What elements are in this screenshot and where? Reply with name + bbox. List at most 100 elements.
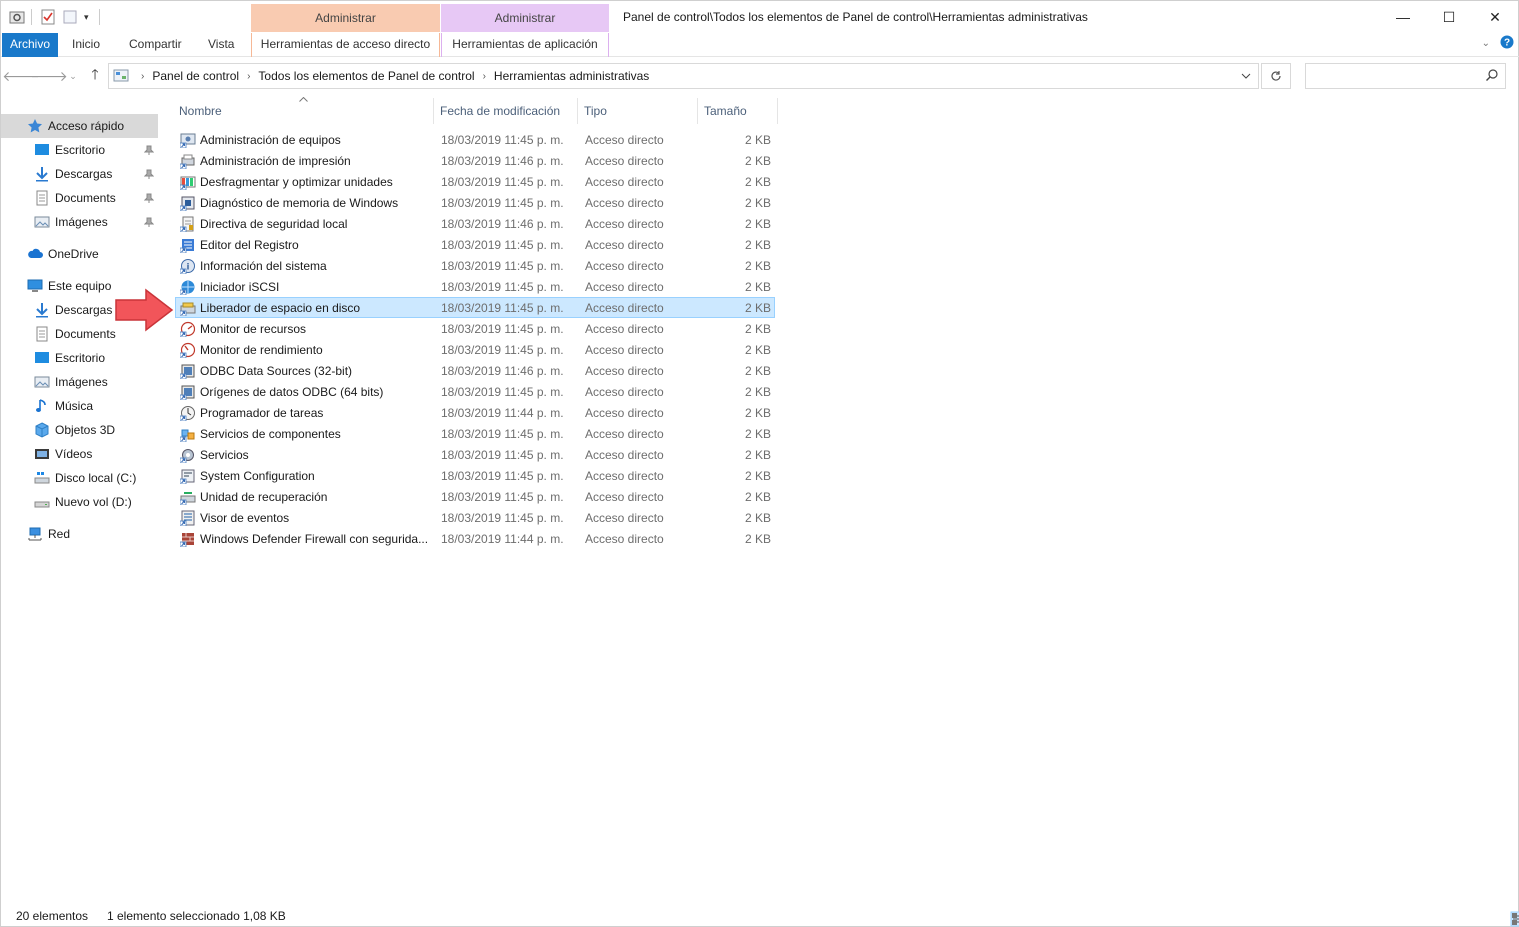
file-row[interactable]: Administración de equipos 18/03/2019 11:4… xyxy=(175,129,775,150)
nav-onedrive[interactable]: OneDrive xyxy=(1,242,158,266)
nav-label: Imágenes xyxy=(55,215,108,229)
file-name: Editor del Registro xyxy=(200,237,299,252)
tab-view[interactable]: Vista xyxy=(208,33,234,57)
column-type[interactable]: Tipo xyxy=(578,98,698,124)
nav-qa-pictures[interactable]: Imágenes xyxy=(1,210,158,234)
forward-button[interactable]: 🡒 xyxy=(30,66,68,86)
file-row[interactable]: i Información del sistema 18/03/2019 11:45… xyxy=(175,255,775,276)
shortcut-file-icon xyxy=(179,132,196,149)
pin-icon[interactable] xyxy=(143,168,155,182)
tab-file[interactable]: Archivo xyxy=(2,33,58,57)
column-size[interactable]: Tamaño xyxy=(698,98,778,124)
breadcrumb-all-items[interactable]: Todos los elementos de Panel de control xyxy=(258,69,474,83)
back-button[interactable]: 🡐 xyxy=(2,66,40,86)
nav-pc-drive-d[interactable]: Nuevo vol (D:) xyxy=(1,490,158,514)
file-date: 18/03/2019 11:45 p. m. xyxy=(441,447,564,462)
file-size: 2 KB xyxy=(744,510,771,525)
svg-text:i: i xyxy=(187,262,190,272)
file-type: Acceso directo xyxy=(585,153,664,168)
svg-text:?: ? xyxy=(1504,38,1510,49)
file-date: 18/03/2019 11:45 p. m. xyxy=(441,237,564,252)
tab-shortcut-tools[interactable]: Herramientas de acceso directo xyxy=(251,33,440,57)
file-size: 2 KB xyxy=(744,153,771,168)
selection-info: 1 elemento seleccionado 1,08 KB xyxy=(107,909,286,923)
file-date: 18/03/2019 11:45 p. m. xyxy=(441,342,564,357)
nav-pc-pictures[interactable]: Imágenes xyxy=(1,370,158,394)
download-icon xyxy=(34,166,50,182)
file-row[interactable]: Orígenes de datos ODBC (64 bits) 18/03/20… xyxy=(175,381,775,402)
pin-icon[interactable] xyxy=(143,192,155,206)
file-row[interactable]: Monitor de rendimiento 18/03/2019 11:45 p… xyxy=(175,339,775,360)
tab-application-tools[interactable]: Herramientas de aplicación xyxy=(441,33,609,57)
file-row[interactable]: Iniciador iSCSI 18/03/2019 11:45 p. m. Acc… xyxy=(175,276,775,297)
nav-pc-music[interactable]: Música xyxy=(1,394,158,418)
pin-icon[interactable] xyxy=(143,216,155,230)
customize-toolbar-icon[interactable]: ▾ xyxy=(84,12,89,23)
breadcrumb-separator-icon[interactable]: › xyxy=(247,71,250,82)
file-row[interactable]: Programador de tareas 18/03/2019 11:44 p.… xyxy=(175,402,775,423)
file-date: 18/03/2019 11:45 p. m. xyxy=(441,300,564,315)
file-name: Información del sistema xyxy=(200,258,327,273)
file-size: 2 KB xyxy=(744,405,771,420)
file-size: 2 KB xyxy=(744,489,771,504)
nav-pc-drive-c[interactable]: Disco local (C:) xyxy=(1,466,158,490)
recent-locations-icon[interactable]: ⌄ xyxy=(63,66,83,86)
file-row[interactable]: Desfragmentar y optimizar unidades 18/03/… xyxy=(175,171,775,192)
column-date[interactable]: Fecha de modificación xyxy=(434,98,578,124)
file-row[interactable]: Servicios de componentes 18/03/2019 11:45… xyxy=(175,423,775,444)
pin-icon[interactable] xyxy=(143,144,155,158)
breadcrumb-separator-icon[interactable]: › xyxy=(483,71,486,82)
refresh-button[interactable] xyxy=(1261,63,1291,89)
nav-qa-documents[interactable]: Documents xyxy=(1,186,158,210)
breadcrumb-separator-icon[interactable]: › xyxy=(141,71,144,82)
close-button[interactable]: ✕ xyxy=(1472,1,1518,33)
nav-network[interactable]: Red xyxy=(1,522,158,546)
video-icon xyxy=(34,446,50,462)
file-row[interactable]: Administración de impresión 18/03/2019 11… xyxy=(175,150,775,171)
file-row[interactable]: ODBC Data Sources (32-bit) 18/03/2019 11:… xyxy=(175,360,775,381)
file-row[interactable]: Editor del Registro 18/03/2019 11:45 p. m… xyxy=(175,234,775,255)
maximize-button[interactable]: ☐ xyxy=(1426,1,1472,33)
breadcrumb-admin-tools[interactable]: Herramientas administrativas xyxy=(494,69,649,83)
file-row[interactable]: Visor de eventos 18/03/2019 11:45 p. m. Ac… xyxy=(175,507,775,528)
shortcut-file-icon xyxy=(179,468,196,485)
context-tab-manage-shortcut[interactable]: Administrar xyxy=(251,4,440,32)
nav-qa-downloads[interactable]: Descargas xyxy=(1,162,158,186)
nav-pc-videos[interactable]: Vídeos xyxy=(1,442,158,466)
address-bar[interactable]: › Panel de control › Todos los elementos… xyxy=(108,63,1259,89)
properties-icon[interactable] xyxy=(40,9,56,25)
file-size: 2 KB xyxy=(744,384,771,399)
context-tab-manage-app[interactable]: Administrar xyxy=(441,4,609,32)
address-history-dropdown[interactable] xyxy=(1234,64,1258,88)
file-row[interactable]: Servicios 18/03/2019 11:45 p. m. Acceso di… xyxy=(175,444,775,465)
search-icon[interactable] xyxy=(1485,68,1499,85)
expand-ribbon-icon[interactable]: ⌄ xyxy=(1482,38,1490,49)
nav-qa-desktop[interactable]: Escritorio xyxy=(1,138,158,162)
up-button[interactable]: 🡑 xyxy=(85,66,105,86)
file-row[interactable]: Monitor de recursos 18/03/2019 11:45 p. m… xyxy=(175,318,775,339)
file-row[interactable]: System Configuration 18/03/2019 11:45 p. … xyxy=(175,465,775,486)
file-row[interactable]: Directiva de seguridad local 18/03/2019 1… xyxy=(175,213,775,234)
nav-label: Documents xyxy=(55,327,116,341)
file-row[interactable]: Windows Defender Firewall con segurida..… xyxy=(175,528,775,549)
file-name: Programador de tareas xyxy=(200,405,324,420)
nav-pc-desktop[interactable]: Escritorio xyxy=(1,346,158,370)
help-icon[interactable]: ? xyxy=(1500,35,1514,52)
new-folder-icon[interactable] xyxy=(62,9,78,25)
column-name[interactable]: Nombre xyxy=(173,98,434,124)
tab-share[interactable]: Compartir xyxy=(129,33,182,57)
pictures-icon xyxy=(34,214,50,230)
large-icons-view-icon[interactable] xyxy=(1510,911,1519,927)
tab-home[interactable]: Inicio xyxy=(72,33,100,57)
file-row[interactable]: Diagnóstico de memoria de Windows 18/03/2… xyxy=(175,192,775,213)
breadcrumb-control-panel[interactable]: Panel de control xyxy=(152,69,239,83)
file-type: Acceso directo xyxy=(585,174,664,189)
file-row[interactable]: Liberador de espacio en disco 18/03/2019 … xyxy=(175,297,775,318)
file-type: Acceso directo xyxy=(585,405,664,420)
file-size: 2 KB xyxy=(744,279,771,294)
search-input[interactable] xyxy=(1305,63,1506,89)
nav-pc-3d-objects[interactable]: Objetos 3D xyxy=(1,418,158,442)
file-row[interactable]: Unidad de recuperación 18/03/2019 11:45 p… xyxy=(175,486,775,507)
nav-quick-access[interactable]: Acceso rápido xyxy=(1,114,158,138)
minimize-button[interactable]: — xyxy=(1380,1,1426,33)
